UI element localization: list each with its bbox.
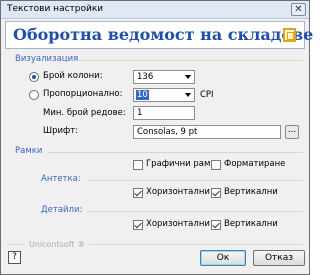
proportional-combo[interactable]: 10 [133,88,195,102]
columns-radio-label[interactable]: Брой колони: [43,71,103,81]
ok-button[interactable]: Ок [200,250,246,266]
window-title: Текстови настройки [7,4,104,14]
close-icon[interactable]: ✕ [291,3,306,16]
header-horizontal-label[interactable]: Хоризонтални [146,187,210,197]
report-title: Оборотна ведомост на складове [13,25,314,44]
text-settings-dialog: Текстови настройки ✕ Оборотна ведомост н… [0,0,313,275]
header-vertical-label[interactable]: Вертикални [224,187,278,197]
chevron-down-icon[interactable] [185,75,191,79]
app-logo-icon [283,28,296,42]
proportional-radio-label[interactable]: Пропорционално: [43,89,122,99]
details-horizontal-checkbox[interactable] [133,220,143,230]
frames-divider [48,152,303,153]
proportional-radio[interactable] [29,90,39,100]
cpi-label: CPI [200,90,214,100]
columns-value: 136 [137,72,154,82]
header-divider [87,180,303,181]
font-input[interactable]: Consolas, 9 pt [133,125,281,139]
graphic-frames-label[interactable]: Графични рамки [146,159,221,169]
header-horizontal-checkbox[interactable] [133,188,143,198]
footer-divider-left [7,244,25,245]
columns-radio[interactable] [29,72,39,82]
cancel-button[interactable]: Отказ [253,250,305,266]
brand-label: Unicontsoft ® [29,240,86,249]
formatting-checkbox[interactable] [211,160,221,170]
formatting-label[interactable]: Форматиране [224,159,285,169]
columns-combo[interactable]: 136 [133,70,195,84]
graphic-frames-checkbox[interactable] [133,160,143,170]
title-bar: Текстови настройки ✕ [1,1,309,19]
min-rows-label: Мин. брой редове: [43,108,126,118]
header-vertical-checkbox[interactable] [211,188,221,198]
visualization-section-label: Визуализация [15,54,79,64]
font-value: Consolas, 9 pt [137,127,198,137]
footer-divider-right [89,244,303,245]
details-subsection-label: Детайли: [41,205,83,215]
min-rows-value: 1 [137,108,143,118]
header-subsection-label: Антетка: [41,174,81,184]
help-icon[interactable]: ? [8,251,21,264]
chevron-down-icon[interactable] [185,93,191,97]
details-vertical-label[interactable]: Вертикални [224,219,278,229]
min-rows-input[interactable]: 1 [133,106,195,120]
font-label: Шрифт: [43,126,79,136]
details-divider [87,211,303,212]
report-banner: Оборотна ведомост на складове [5,21,313,49]
visualization-divider [79,60,303,61]
details-horizontal-label[interactable]: Хоризонтални [146,219,210,229]
proportional-value: 10 [136,90,149,100]
details-vertical-checkbox[interactable] [211,220,221,230]
frames-section-label: Рамки [15,146,43,156]
font-browse-button[interactable]: ... [285,125,299,139]
